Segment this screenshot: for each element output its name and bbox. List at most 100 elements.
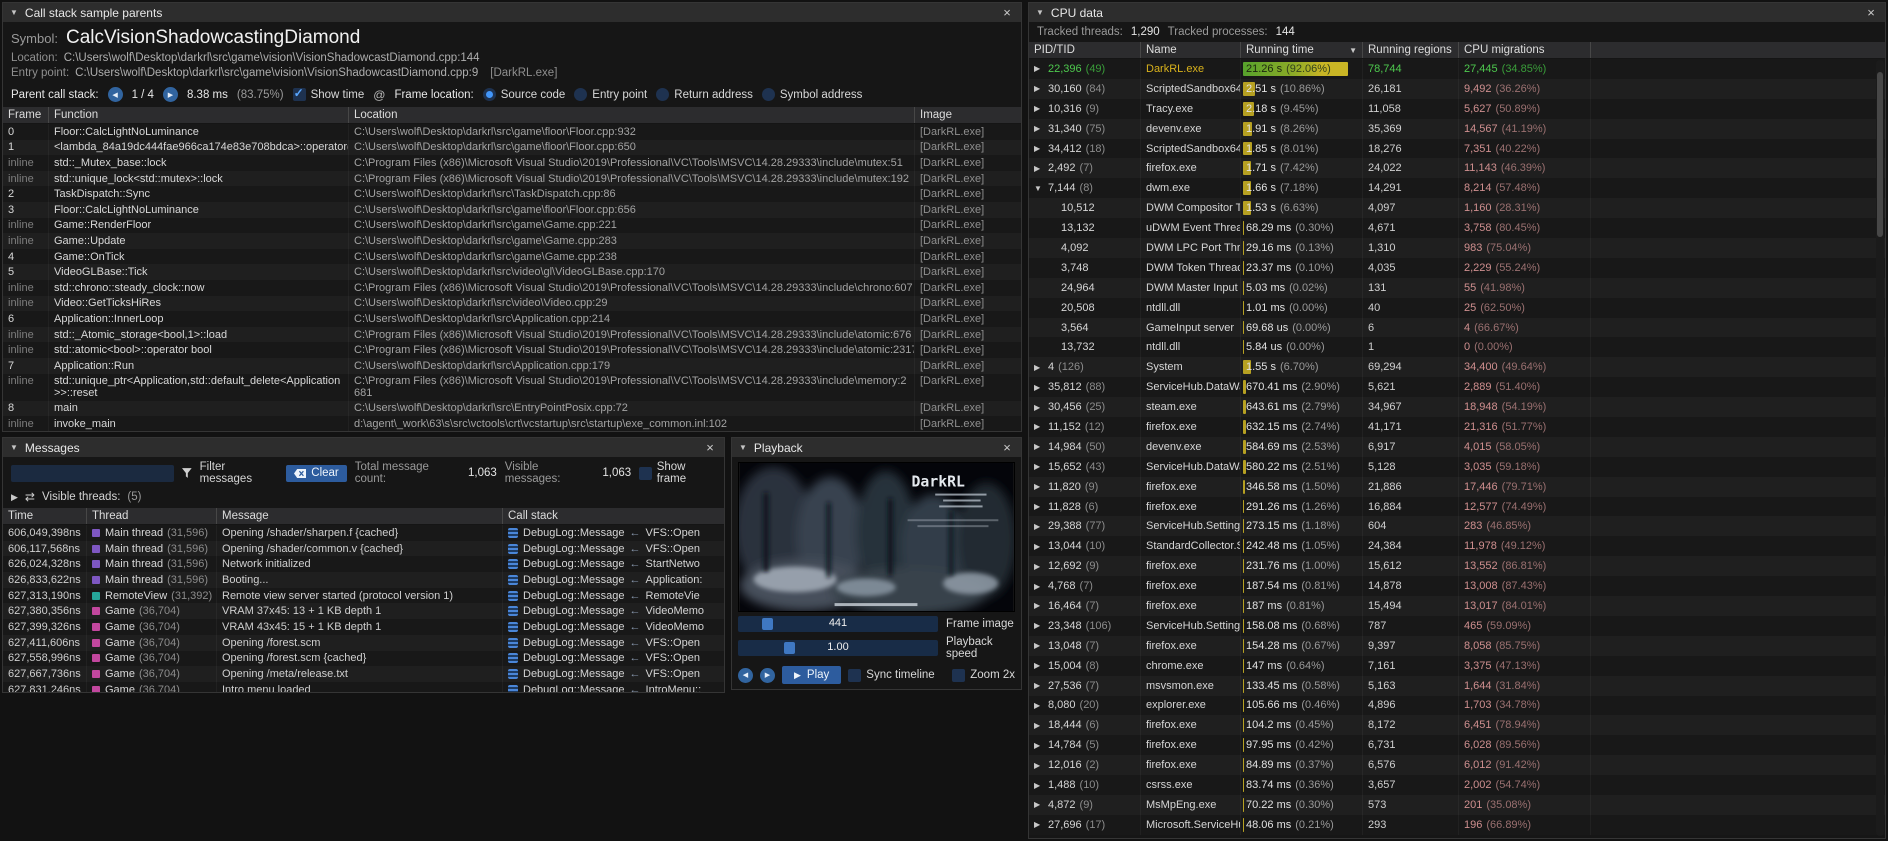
expand-row-icon[interactable]: ▶ [1034,124,1044,133]
callstack-frame-row[interactable]: inlineinvoke_maind:\agent\_work\63\s\src… [3,416,1021,431]
play-button[interactable]: ▶ Play [782,666,841,684]
callstack-icon[interactable] [508,669,518,679]
expand-row-icon[interactable]: ▶ [1034,84,1044,93]
expand-row-icon[interactable]: ▶ [1034,741,1044,750]
message-row[interactable]: 606,117,568nsMain thread(31,596)Opening … [3,541,724,557]
cpu-process-row[interactable]: 20,508ntdll.dll1.01 ms(0.00%)4025(62.50%… [1029,298,1885,318]
callstack-frame-row[interactable]: inlinestd::atomic<bool>::operator boolC:… [3,342,1021,358]
cpu-process-row[interactable]: ▶18,444(6)firefox.exe104.2 ms(0.45%)8,17… [1029,715,1885,735]
callstack-frame-row[interactable]: 3Floor::CalcLightNoLuminanceC:\Users\wol… [3,202,1021,218]
column-header-function[interactable]: Function [49,107,349,123]
column-header-running-regions[interactable]: Running regions [1363,42,1459,58]
expand-row-icon[interactable]: ▶ [1034,621,1044,630]
cpu-process-row[interactable]: ▶11,820(9)firefox.exe346.58 ms(1.50%)21,… [1029,477,1885,497]
frame-location-option-symbol-address[interactable]: Symbol address [762,88,862,101]
message-callstack-cell[interactable]: DebugLog::Message←StartNetwo [503,556,724,572]
message-row[interactable]: 627,411,606nsGame(36,704)Opening /forest… [3,635,724,651]
close-icon[interactable]: × [1000,5,1014,20]
message-row[interactable]: 606,049,398nsMain thread(31,596)Opening … [3,525,724,541]
expand-row-icon[interactable]: ▶ [1034,403,1044,412]
cpu-process-row[interactable]: 10,512DWM Compositor Threa1.53 s(6.63%)4… [1029,198,1885,218]
cpu-titlebar[interactable]: ▼ CPU data × [1029,3,1885,22]
process-pid-cell[interactable]: ▶8,080(20) [1029,696,1141,716]
callstack-icon[interactable] [508,638,518,648]
cpu-process-row[interactable]: ▶11,152(12)firefox.exe632.15 ms(2.74%)41… [1029,417,1885,437]
expand-row-icon[interactable]: ▶ [1034,781,1044,790]
expand-row-icon[interactable]: ▶ [1034,761,1044,770]
expander-icon[interactable]: ▶ [11,492,18,503]
message-row[interactable]: 626,024,328nsMain thread(31,596)Network … [3,556,724,572]
process-pid-cell[interactable]: ▶35,812(88) [1029,377,1141,397]
process-pid-cell[interactable]: ▶10,316(9) [1029,99,1141,119]
message-callstack-cell[interactable]: DebugLog::Message←IntroMenu:: [503,682,724,692]
process-pid-cell[interactable]: 24,964 [1029,278,1141,298]
process-pid-cell[interactable]: ▶4,872(9) [1029,795,1141,815]
cpu-process-row[interactable]: 3,564GameInput server69.68 us(0.00%)64(6… [1029,318,1885,338]
prev-parent-button[interactable]: ◀ [108,87,123,102]
expand-row-icon[interactable]: ▶ [1034,462,1044,471]
message-callstack-cell[interactable]: DebugLog::Message←VideoMemo [503,603,724,619]
cpu-process-row[interactable]: ▶1,488(10)csrss.exe83.74 ms(0.36%)3,6572… [1029,775,1885,795]
step-forward-button[interactable]: ▶ [760,668,775,683]
next-parent-button[interactable]: ▶ [163,87,178,102]
column-header-time[interactable]: Time [3,508,87,524]
process-pid-cell[interactable]: ▶31,340(75) [1029,119,1141,139]
frame-location-option-return-address[interactable]: Return address [656,88,753,101]
step-back-button[interactable]: ◀ [738,668,753,683]
callstack-frame-row[interactable]: inlineGame::RenderFloorC:\Users\wolf\Des… [3,218,1021,234]
playback-titlebar[interactable]: ▼ Playback × [732,438,1021,457]
cpu-process-row[interactable]: ▶27,536(7)msvsmon.exe133.45 ms(0.58%)5,1… [1029,676,1885,696]
callstack-frame-row[interactable]: 8mainC:\Users\wolf\Desktop\darkrl\src\En… [3,401,1021,417]
collapse-arrow-icon[interactable]: ▼ [10,443,18,452]
callstack-frame-row[interactable]: 7Application::RunC:\Users\wolf\Desktop\d… [3,358,1021,374]
process-pid-cell[interactable]: ▶27,536(7) [1029,676,1141,696]
callstack-frame-row[interactable]: 4Game::OnTickC:\Users\wolf\Desktop\darkr… [3,249,1021,265]
cpu-process-row[interactable]: ▶22,396(49)DarkRL.exe21.26 s(92.06%)78,7… [1029,59,1885,79]
cpu-process-row[interactable]: ▶30,456(25)steam.exe643.61 ms(2.79%)34,9… [1029,397,1885,417]
cpu-process-row[interactable]: ▶16,464(7)firefox.exe187 ms(0.81%)15,494… [1029,596,1885,616]
collapse-arrow-icon[interactable]: ▼ [1036,8,1044,17]
cpu-process-row[interactable]: ▶11,828(6)firefox.exe291.26 ms(1.26%)16,… [1029,497,1885,517]
message-row[interactable]: 627,313,190nsRemoteView(31,392)Remote vi… [3,588,724,604]
collapse-arrow-icon[interactable]: ▼ [739,443,747,452]
callstack-frame-row[interactable]: inlinestd::unique_lock<std::mutex>::lock… [3,171,1021,187]
process-pid-cell[interactable]: 13,732 [1029,337,1141,357]
close-icon[interactable]: × [1864,5,1878,20]
message-row[interactable]: 626,833,622nsMain thread(31,596)Booting.… [3,572,724,588]
expand-row-icon[interactable]: ▶ [1034,164,1044,173]
callstack-frame-row[interactable]: 2TaskDispatch::SyncC:\Users\wolf\Desktop… [3,186,1021,202]
callstack-frame-row[interactable]: 1<lambda_84a19dc444fae966ca174e83e708bdc… [3,140,1021,156]
process-pid-cell[interactable]: ▶23,348(106) [1029,616,1141,636]
playback-speed-slider[interactable]: 1.00 [738,640,938,656]
show-frame-checkbox[interactable]: Show frame [639,461,716,485]
process-pid-cell[interactable]: 4,092 [1029,238,1141,258]
filter-input[interactable] [11,465,174,482]
callstack-titlebar[interactable]: ▼ Call stack sample parents × [3,3,1021,22]
clear-button[interactable]: Clear [286,465,346,482]
callstack-icon[interactable] [508,559,518,569]
callstack-icon[interactable] [508,685,518,692]
message-callstack-cell[interactable]: DebugLog::Message←VFS::Open [503,525,724,541]
show-time-checkbox[interactable]: ✓ Show time [293,88,365,101]
cpu-process-row[interactable]: ▶23,348(106)ServiceHub.SettingsHost158.0… [1029,616,1885,636]
expand-row-icon[interactable]: ▶ [1034,442,1044,451]
process-pid-cell[interactable]: ▶18,444(6) [1029,715,1141,735]
expand-row-icon[interactable]: ▶ [1034,601,1044,610]
process-pid-cell[interactable]: ▶14,784(5) [1029,735,1141,755]
column-header-callstack[interactable]: Call stack [503,508,724,524]
process-pid-cell[interactable]: 10,512 [1029,198,1141,218]
callstack-frame-row[interactable]: inlinestd::_Mutex_base::lockC:\Program F… [3,155,1021,171]
cpu-process-row[interactable]: ▶27,696(17)Microsoft.ServiceHub.Co48.06 … [1029,815,1885,835]
expand-row-icon[interactable]: ▶ [1034,681,1044,690]
expand-row-icon[interactable]: ▶ [1034,800,1044,809]
process-pid-cell[interactable]: ▼7,144(8) [1029,178,1141,198]
column-header-image[interactable]: Image [915,107,1021,123]
callstack-frame-row[interactable]: 5VideoGLBase::TickC:\Users\wolf\Desktop\… [3,264,1021,280]
message-callstack-cell[interactable]: DebugLog::Message←VFS::Open [503,541,724,557]
cpu-process-row[interactable]: ▶15,004(8)chrome.exe147 ms(0.64%)7,1613,… [1029,656,1885,676]
callstack-icon[interactable] [508,591,518,601]
process-pid-cell[interactable]: ▶13,044(10) [1029,536,1141,556]
process-pid-cell[interactable]: ▶14,984(50) [1029,437,1141,457]
expand-row-icon[interactable]: ▶ [1034,482,1044,491]
message-callstack-cell[interactable]: DebugLog::Message←VFS::Open [503,635,724,651]
